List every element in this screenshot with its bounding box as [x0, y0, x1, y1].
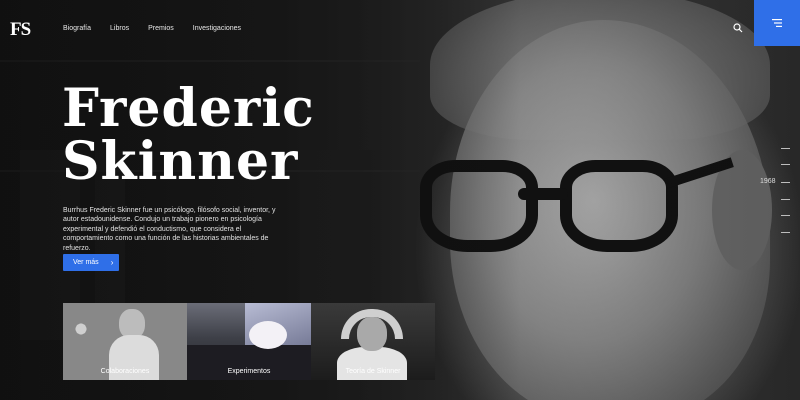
timeline-tick[interactable]	[781, 148, 790, 149]
site-logo[interactable]: FS	[10, 19, 31, 41]
nav-item-biografia[interactable]: Biografía	[63, 25, 91, 32]
card-label: Experimentos	[227, 368, 271, 375]
page-title: Frederic Skinner	[62, 82, 315, 188]
timeline-tick[interactable]	[781, 164, 790, 165]
card-colaboraciones[interactable]: Colaboraciones	[63, 303, 187, 380]
title-line-2: Skinner	[62, 131, 299, 192]
ver-mas-label: Ver más	[73, 259, 99, 266]
search-icon[interactable]	[733, 23, 743, 33]
main-nav: Biografía Libros Premios Investigaciones	[63, 25, 241, 32]
hero-description: Burrhus Frederic Skinner fue un psicólog…	[63, 207, 276, 252]
card-teoria-de-skinner[interactable]: Teoría de Skinner	[311, 303, 435, 380]
timeline-tick[interactable]	[781, 215, 790, 216]
card-label: Colaboraciones	[100, 368, 150, 375]
nav-item-investigaciones[interactable]: Investigaciones	[193, 25, 241, 32]
chevron-right-icon: ›	[110, 258, 114, 267]
nav-item-libros[interactable]: Libros	[110, 25, 129, 32]
timeline-tick-active[interactable]	[781, 182, 790, 183]
timeline-year: 1968	[760, 178, 776, 185]
menu-icon	[772, 19, 782, 27]
timeline-tick[interactable]	[781, 232, 790, 233]
card-experimentos[interactable]: Experimentos	[187, 303, 311, 380]
feature-cards: Colaboraciones Experimentos Teoría de Sk…	[63, 303, 435, 380]
menu-button[interactable]	[754, 0, 800, 46]
timeline-tick[interactable]	[781, 199, 790, 200]
ver-mas-button[interactable]: Ver más ›	[63, 254, 119, 271]
card-label: Teoría de Skinner	[345, 368, 401, 375]
title-line-1: Frederic	[62, 78, 315, 139]
nav-item-premios[interactable]: Premios	[148, 25, 174, 32]
